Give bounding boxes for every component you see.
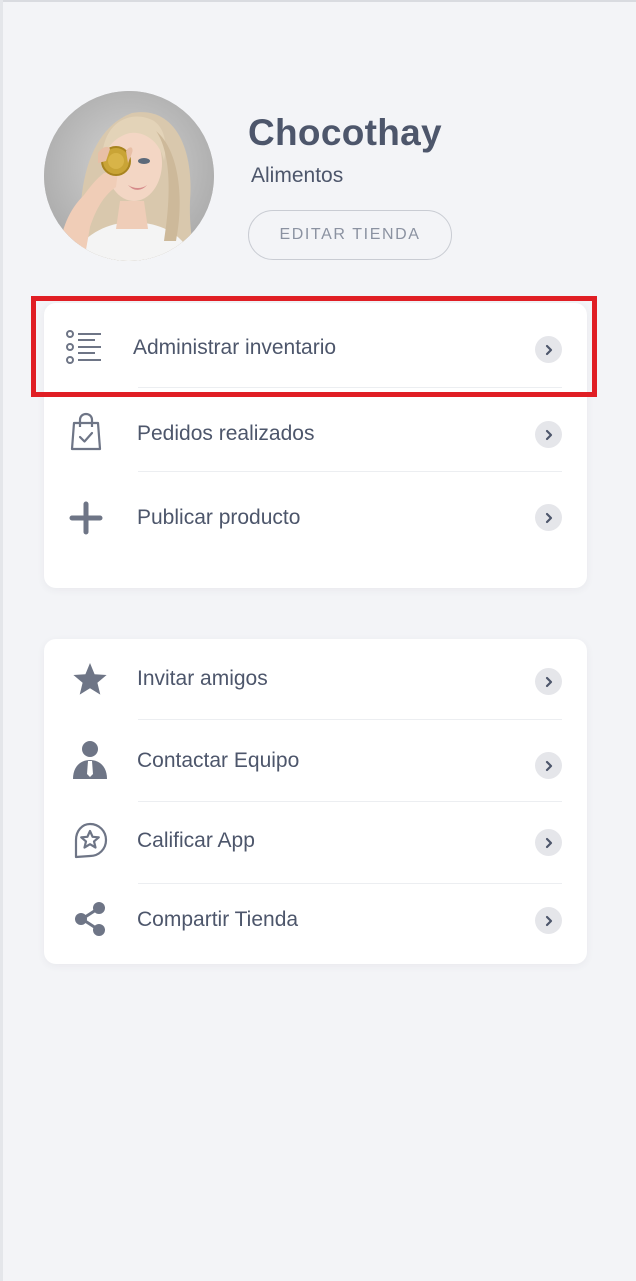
store-avatar[interactable] (44, 91, 214, 261)
menu-item-publicar-producto[interactable]: Publicar producto (44, 471, 587, 561)
social-actions-card: Invitar amigos Contactar Equipo Califica… (44, 639, 587, 964)
share-icon (72, 900, 108, 938)
menu-item-label: Pedidos realizados (137, 422, 315, 445)
chevron-right-icon (535, 421, 562, 448)
divider (138, 387, 562, 388)
menu-item-compartir-tienda[interactable]: Compartir Tienda (44, 883, 587, 963)
menu-item-label: Contactar Equipo (137, 749, 300, 772)
store-category: Alimentos (251, 164, 344, 187)
chevron-right-icon (535, 752, 562, 779)
menu-item-contactar-equipo[interactable]: Contactar Equipo (44, 719, 587, 801)
menu-item-calificar-app[interactable]: Calificar App (44, 801, 587, 883)
menu-item-label: Invitar amigos (137, 667, 268, 690)
shopping-bag-check-icon (68, 411, 104, 453)
menu-item-invitar-amigos[interactable]: Invitar amigos (44, 639, 587, 719)
menu-item-label: Calificar App (137, 829, 255, 852)
chevron-right-icon (535, 336, 562, 363)
plus-icon (68, 500, 104, 536)
list-icon (64, 327, 104, 367)
menu-item-label: Compartir Tienda (137, 908, 299, 931)
avatar-photo (44, 91, 214, 261)
store-name: Chocothay (248, 112, 442, 153)
chevron-right-icon (535, 829, 562, 856)
window-left-border (0, 0, 3, 1281)
edit-store-button[interactable]: EDITAR TIENDA (248, 210, 452, 260)
chevron-right-icon (535, 907, 562, 934)
star-badge-icon (70, 821, 110, 861)
person-icon (71, 740, 109, 780)
store-actions-card: Administrar inventario Pedidos realizado… (44, 303, 587, 588)
chevron-right-icon (535, 668, 562, 695)
window-top-border (0, 0, 636, 2)
star-icon (71, 661, 109, 697)
menu-item-label: Administrar inventario (133, 336, 337, 359)
menu-item-pedidos-realizados[interactable]: Pedidos realizados (44, 391, 587, 471)
menu-item-administrar-inventario[interactable]: Administrar inventario (44, 303, 587, 391)
menu-item-label: Publicar producto (137, 506, 301, 529)
chevron-right-icon (535, 504, 562, 531)
